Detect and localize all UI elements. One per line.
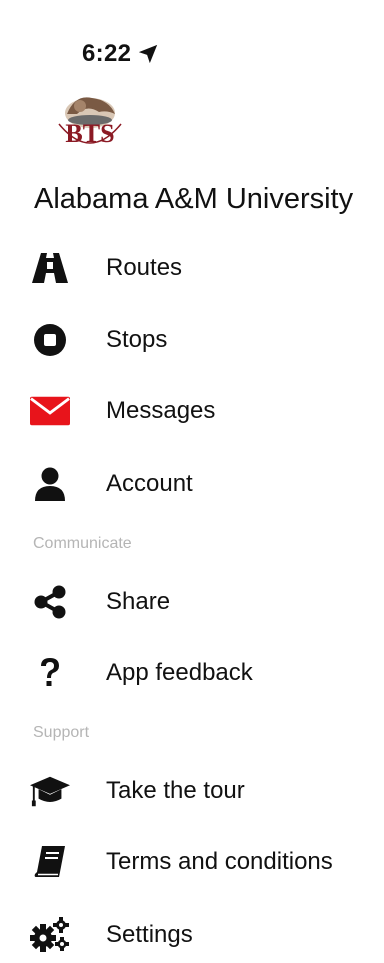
user-icon <box>30 464 70 504</box>
menu-item-take-the-tour[interactable]: Take the tour <box>0 763 384 819</box>
section-header-communicate: Communicate <box>33 535 132 552</box>
menu-label-messages: Messages <box>106 397 216 424</box>
bts-logo: BTS <box>47 84 133 164</box>
time-text: 6:22 <box>82 40 132 67</box>
menu-label-stops: Stops <box>106 326 168 353</box>
status-bar-time: 6:22 <box>82 40 159 68</box>
menu-item-share[interactable]: Share <box>0 574 384 630</box>
graduation-cap-icon <box>30 771 70 811</box>
menu-item-app-feedback[interactable]: App feedback <box>0 645 384 701</box>
section-header-support: Support <box>33 724 90 741</box>
menu-item-stops[interactable]: Stops <box>0 312 384 368</box>
menu-label-take-the-tour: Take the tour <box>106 777 245 804</box>
envelope-icon <box>30 391 70 431</box>
stop-icon <box>30 320 70 360</box>
menu-item-routes[interactable]: Routes <box>0 240 384 296</box>
menu-item-messages[interactable]: Messages <box>0 383 384 439</box>
location-arrow-icon <box>139 44 158 64</box>
menu-item-account[interactable]: Account <box>0 456 384 512</box>
organization-title: Alabama A&M University <box>34 183 354 215</box>
menu-label-terms-and-conditions: Terms and conditions <box>106 848 333 875</box>
menu-label-settings: Settings <box>106 921 193 948</box>
road-icon <box>30 248 70 288</box>
share-icon <box>30 582 70 622</box>
menu-label-share: Share <box>106 588 171 615</box>
book-icon <box>30 842 70 882</box>
menu-label-account: Account <box>106 470 193 497</box>
menu-label-app-feedback: App feedback <box>106 659 253 686</box>
question-icon <box>30 653 70 693</box>
gears-icon <box>30 915 70 955</box>
menu-item-terms-and-conditions[interactable]: Terms and conditions <box>0 834 384 890</box>
menu-item-settings[interactable]: Settings <box>0 907 384 963</box>
menu-label-routes: Routes <box>106 254 183 281</box>
